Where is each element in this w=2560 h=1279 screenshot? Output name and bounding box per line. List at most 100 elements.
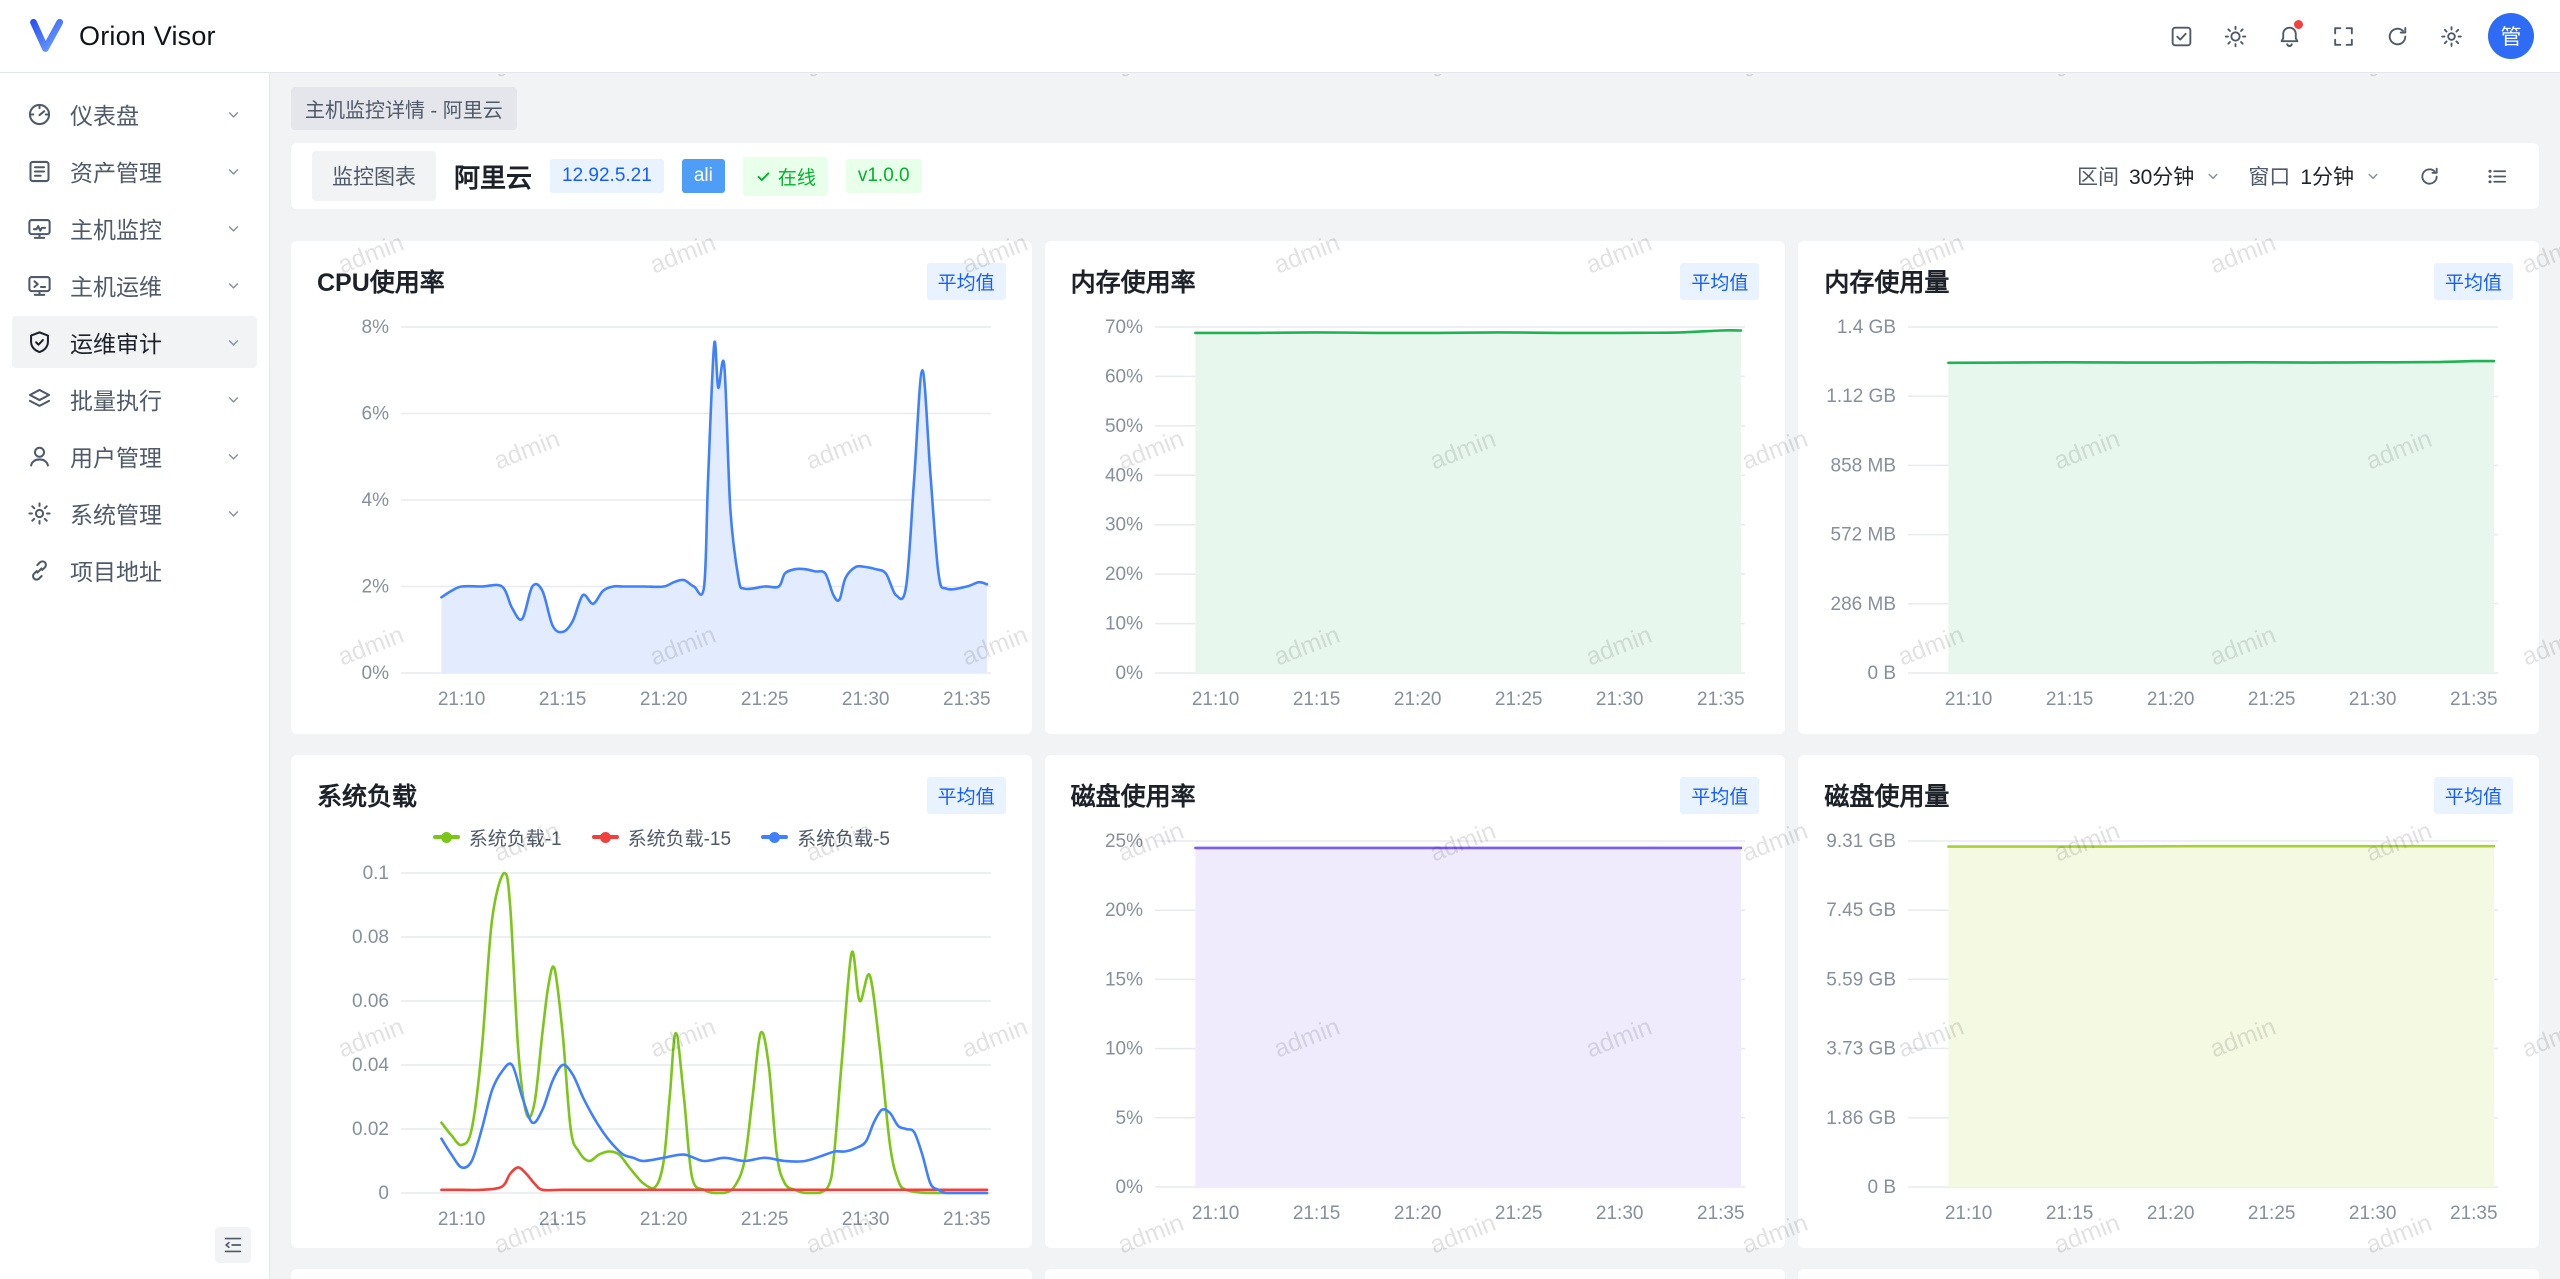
host-ip-tag: 12.92.5.21 xyxy=(550,159,664,193)
chart-title: 磁盘使用量 xyxy=(1824,777,1949,813)
average-badge: 平均值 xyxy=(1680,777,1759,814)
chart-card-0: CPU使用率 平均值 0%2%4%6%8%21:1021:1521:2021:2… xyxy=(291,241,1032,734)
svg-text:21:25: 21:25 xyxy=(741,1209,789,1230)
menu-fold-icon xyxy=(222,1234,244,1256)
legend-marker xyxy=(761,835,788,839)
toolbar-right: 区间 30分钟 窗口 1分钟 xyxy=(2077,155,2518,197)
app-header: Orion Visor 管 xyxy=(0,0,2560,73)
chart-plot: 0%10%20%30%40%50%60%70%21:1021:1521:2021… xyxy=(1071,313,1760,722)
svg-text:21:25: 21:25 xyxy=(1495,1203,1543,1224)
sidebar-item-host-monitor[interactable]: 主机监控 xyxy=(12,202,257,254)
sidebar-item-assets[interactable]: 资产管理 xyxy=(12,145,257,197)
app-logo[interactable]: Orion Visor xyxy=(26,16,216,56)
theme-sun-button[interactable] xyxy=(2212,13,2258,59)
svg-text:0.06: 0.06 xyxy=(352,991,389,1012)
host-status-tag: 在线 xyxy=(743,157,828,196)
svg-text:21:15: 21:15 xyxy=(2046,1203,2094,1224)
interval-label: 区间 xyxy=(2077,161,2119,191)
refresh-button[interactable] xyxy=(2408,155,2450,197)
sidebar-item-system-gear[interactable]: 系统管理 xyxy=(12,487,257,539)
svg-text:10%: 10% xyxy=(1105,614,1143,635)
chart-card-3: 系统负载 平均值 系统负载-1系统负载-15系统负载-5 00.020.040.… xyxy=(291,755,1032,1248)
chart-plot: 0%5%10%15%20%25%21:1021:1521:2021:2521:3… xyxy=(1071,827,1760,1236)
legend-marker xyxy=(433,835,460,839)
svg-text:21:35: 21:35 xyxy=(2450,1203,2498,1224)
sidebar-item-dashboard[interactable]: 仪表盘 xyxy=(12,88,257,140)
sidebar-item-host-ops[interactable]: 主机运维 xyxy=(12,259,257,311)
svg-text:21:35: 21:35 xyxy=(943,1209,991,1230)
chart-plot: 00.020.040.060.080.121:1021:1521:2021:25… xyxy=(317,859,1006,1242)
main-content: 主机监控详情 - 阿里云 监控图表 阿里云 12.92.5.21 ali 在线 … xyxy=(270,73,2560,1279)
breadcrumb: 主机监控详情 - 阿里云 xyxy=(291,73,2539,143)
svg-text:21:10: 21:10 xyxy=(1945,689,1993,710)
settings-gear-icon xyxy=(2439,24,2464,49)
sidebar: 仪表盘 资产管理 主机监控 主机运维 运维审计 批量执行 用户管理 系统管理 项… xyxy=(0,73,270,1279)
chevron-down-icon xyxy=(224,390,243,409)
chevron-down-icon xyxy=(224,447,243,466)
chart-plot: 0%2%4%6%8%21:1021:1521:2021:2521:3021:35 xyxy=(317,313,1006,722)
health-check-button[interactable] xyxy=(2158,13,2204,59)
svg-text:21:30: 21:30 xyxy=(842,689,890,710)
svg-text:21:15: 21:15 xyxy=(539,1209,587,1230)
svg-text:21:20: 21:20 xyxy=(1394,689,1442,710)
svg-text:0: 0 xyxy=(378,1183,389,1204)
host-monitor-icon xyxy=(26,215,53,242)
svg-text:21:35: 21:35 xyxy=(2450,689,2498,710)
svg-text:3.73 GB: 3.73 GB xyxy=(1827,1038,1897,1059)
sidebar-item-batch-layers[interactable]: 批量执行 xyxy=(12,373,257,425)
svg-text:15%: 15% xyxy=(1105,969,1143,990)
sidebar-item-link[interactable]: 项目地址 xyxy=(12,544,257,596)
fullscreen-button[interactable] xyxy=(2320,13,2366,59)
sidebar-item-users[interactable]: 用户管理 xyxy=(12,430,257,482)
layout-settings-button[interactable] xyxy=(2476,155,2518,197)
check-icon xyxy=(755,168,772,185)
legend-item[interactable]: 系统负载-15 xyxy=(592,824,731,851)
sidebar-collapse-button[interactable] xyxy=(215,1227,251,1263)
chart-card-4: 磁盘使用率 平均值 0%5%10%15%20%25%21:1021:1521:2… xyxy=(1045,755,1786,1248)
refresh-icon xyxy=(2418,165,2441,188)
settings-gear-button[interactable] xyxy=(2428,13,2474,59)
chevron-down-icon xyxy=(224,276,243,295)
svg-text:1.4 GB: 1.4 GB xyxy=(1837,317,1896,338)
chart-card-1: 内存使用率 平均值 0%10%20%30%40%50%60%70%21:1021… xyxy=(1045,241,1786,734)
svg-text:10%: 10% xyxy=(1105,1039,1143,1060)
host-status-text: 在线 xyxy=(778,163,816,190)
legend-item[interactable]: 系统负载-1 xyxy=(433,824,562,851)
system-gear-icon xyxy=(26,500,53,527)
svg-text:21:10: 21:10 xyxy=(438,1209,486,1230)
interval-select[interactable]: 区间 30分钟 xyxy=(2077,161,2222,191)
svg-text:21:25: 21:25 xyxy=(2248,689,2296,710)
legend-item[interactable]: 系统负载-5 xyxy=(761,824,890,851)
average-badge: 平均值 xyxy=(927,777,1006,814)
avatar[interactable]: 管 xyxy=(2488,13,2534,59)
chevron-down-icon xyxy=(224,333,243,352)
svg-text:21:15: 21:15 xyxy=(1292,1203,1340,1224)
chart-title: 磁盘使用率 xyxy=(1071,777,1196,813)
header-actions: 管 xyxy=(2158,13,2534,59)
svg-text:21:10: 21:10 xyxy=(1191,689,1239,710)
refresh-button[interactable] xyxy=(2374,13,2420,59)
svg-text:21:15: 21:15 xyxy=(2046,689,2094,710)
notification-bell-button[interactable] xyxy=(2266,13,2312,59)
svg-text:21:15: 21:15 xyxy=(1292,689,1340,710)
svg-text:21:10: 21:10 xyxy=(1191,1203,1239,1224)
svg-text:21:35: 21:35 xyxy=(1697,1203,1745,1224)
svg-text:21:20: 21:20 xyxy=(1394,1203,1442,1224)
app-shell: 仪表盘 资产管理 主机监控 主机运维 运维审计 批量执行 用户管理 系统管理 项… xyxy=(0,73,2560,1279)
svg-text:21:25: 21:25 xyxy=(741,689,789,710)
svg-text:6%: 6% xyxy=(362,404,390,425)
average-badge: 平均值 xyxy=(927,263,1006,300)
chart-plot: 0 B1.86 GB3.73 GB5.59 GB7.45 GB9.31 GB21… xyxy=(1824,827,2513,1236)
chart-title: 内存使用量 xyxy=(1824,263,1949,299)
svg-text:30%: 30% xyxy=(1105,515,1143,536)
dashboard-icon xyxy=(26,101,53,128)
monitor-chart-button[interactable]: 监控图表 xyxy=(312,151,436,201)
svg-text:60%: 60% xyxy=(1105,366,1143,387)
window-select[interactable]: 窗口 1分钟 xyxy=(2248,161,2382,191)
breadcrumb-item[interactable]: 主机监控详情 - 阿里云 xyxy=(291,87,517,130)
svg-text:20%: 20% xyxy=(1105,900,1143,921)
chart-svg: 00.020.040.060.080.121:1021:1521:2021:25… xyxy=(317,859,1005,1237)
average-badge: 平均值 xyxy=(1680,263,1759,300)
assets-icon xyxy=(26,158,53,185)
sidebar-item-audit-shield[interactable]: 运维审计 xyxy=(12,316,257,368)
